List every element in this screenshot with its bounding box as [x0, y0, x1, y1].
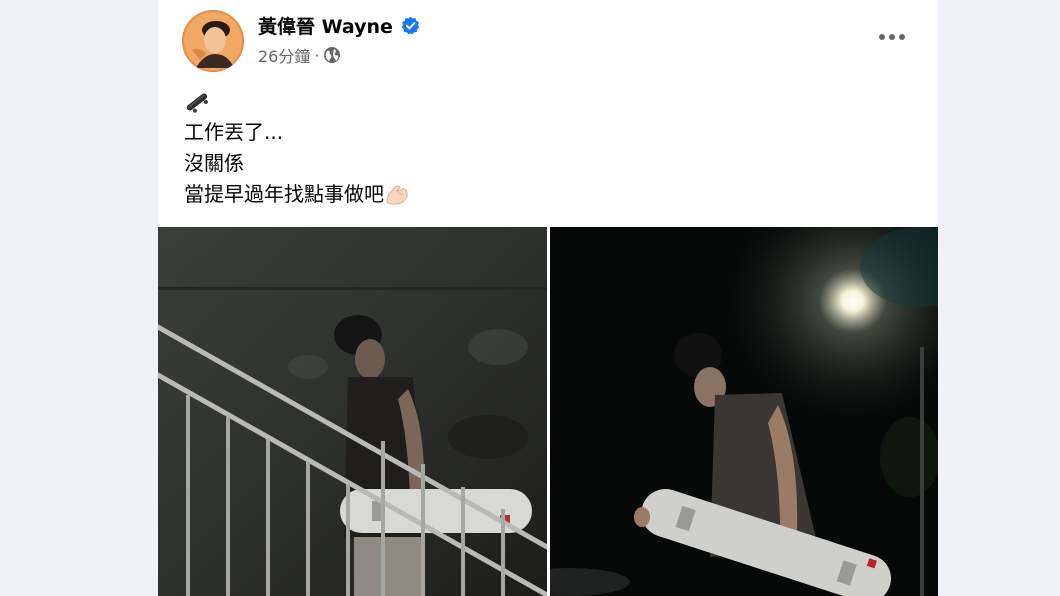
more-options-button[interactable]: [874, 22, 910, 52]
post-text-line: 當提早過年找點事做吧: [184, 179, 904, 210]
post-text-line-4: 當提早過年找點事做吧: [184, 182, 384, 206]
post-text-line-2: 工作丟了...: [184, 120, 284, 144]
post-text-line: [184, 86, 904, 117]
more-options-icon: [879, 34, 905, 40]
author-name[interactable]: 黃偉晉 Wayne: [258, 12, 393, 39]
post-header: 黃偉晉 Wayne 26分鐘 ·: [158, 0, 938, 80]
globe-icon[interactable]: [323, 46, 341, 64]
skateboard-icon: [184, 89, 210, 115]
flexed-biceps-icon: [384, 182, 410, 208]
post-text: 工作丟了... 沒關係 當提早過年找點事做吧: [184, 86, 904, 210]
photo-grid: [158, 227, 938, 596]
post-text-line-3: 沒關係: [184, 151, 244, 175]
post-card: 黃偉晉 Wayne 26分鐘 · 工作丟了... 沒關係 當提早過年找點事做吧: [158, 0, 938, 596]
meta-separator: ·: [314, 45, 320, 65]
post-text-line: 沒關係: [184, 148, 904, 179]
photo-streetlight-skateboard[interactable]: [550, 227, 938, 596]
post-timestamp[interactable]: 26分鐘: [258, 43, 310, 67]
post-text-line: 工作丟了...: [184, 117, 904, 148]
photo-stairs-skateboard[interactable]: [158, 227, 547, 596]
verified-badge-icon: [401, 16, 420, 35]
post-meta: 26分鐘 ·: [258, 44, 341, 66]
author-avatar[interactable]: [182, 10, 244, 72]
